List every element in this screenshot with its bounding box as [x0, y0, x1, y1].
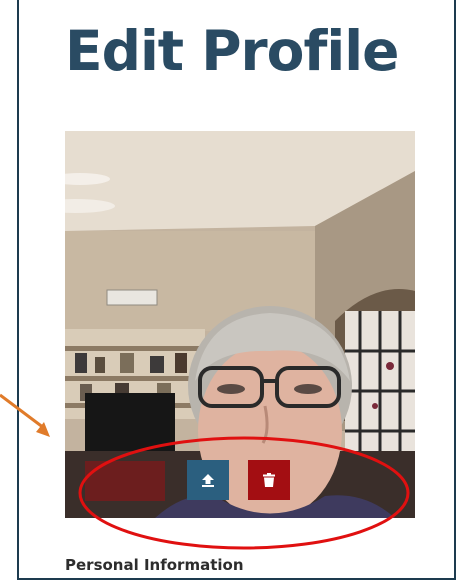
upload-photo-button[interactable] — [187, 460, 229, 500]
page-title: Edit Profile — [65, 19, 399, 83]
upload-icon — [202, 474, 214, 487]
trash-icon — [263, 473, 275, 487]
section-heading-personal-information: Personal Information — [65, 556, 244, 574]
profile-photo — [65, 131, 415, 518]
delete-photo-button[interactable] — [248, 460, 290, 500]
